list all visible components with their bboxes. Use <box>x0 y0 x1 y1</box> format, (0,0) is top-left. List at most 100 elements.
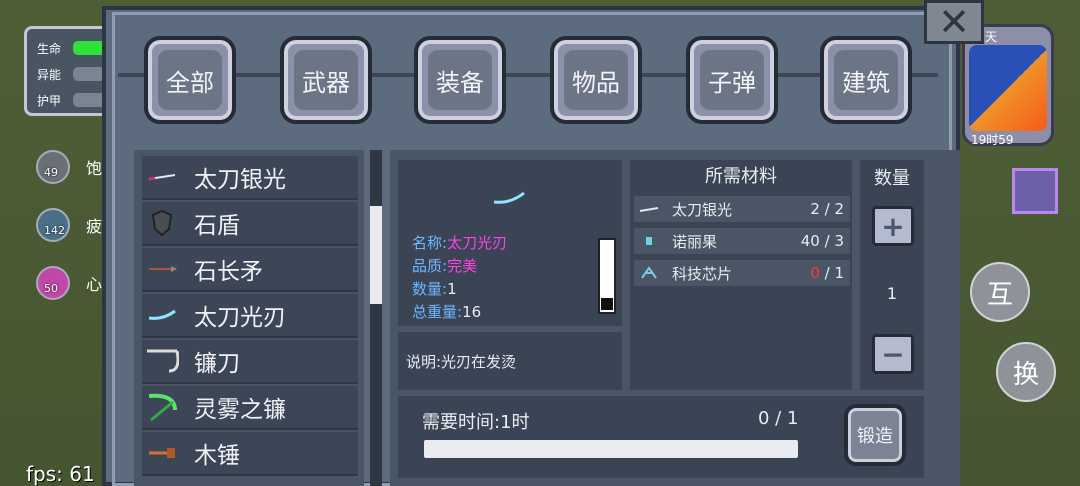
status-value: 49 <box>44 166 58 179</box>
tab-weapons[interactable]: 武器 <box>280 36 372 124</box>
item-description-box: 说明:光刃在发烫 <box>398 332 622 390</box>
list-item-label: 灵雾之镰 <box>194 397 286 423</box>
scythe-icon <box>142 347 182 375</box>
tab-label: 武器 <box>294 50 358 110</box>
hunger-icon: 49 <box>36 150 70 184</box>
status-value: 50 <box>44 282 58 295</box>
item-attributes: 名称:太刀光刃 品质:完美 数量:1 总重量:16 <box>412 232 507 324</box>
clock-time: 19时59 <box>971 133 1014 147</box>
hammer-icon <box>142 446 182 460</box>
list-item[interactable]: 木锤 <box>142 432 358 476</box>
item-description: 说明:光刃在发烫 <box>406 352 517 371</box>
close-button[interactable]: ✕ <box>924 0 984 44</box>
material-row: 诺丽果 40 / 3 <box>634 228 850 254</box>
forge-button[interactable]: 锻造 <box>844 404 906 466</box>
tab-label: 物品 <box>564 50 628 110</box>
tab-ammo[interactable]: 子弹 <box>686 36 778 124</box>
sun-moon-icon <box>969 45 1047 131</box>
quantity-value: 1 <box>886 284 898 303</box>
list-scroll-thumb[interactable] <box>370 206 382 304</box>
material-name: 太刀银光 <box>672 200 733 219</box>
attr-key: 总重量: <box>412 303 463 321</box>
list-item[interactable]: 太刀光刃 <box>142 294 358 338</box>
tab-label: 装备 <box>428 50 492 110</box>
item-weight: 16 <box>462 303 482 321</box>
status-label: 疲 <box>86 217 103 236</box>
material-need: 1 <box>834 264 844 282</box>
list-item[interactable]: 石盾 <box>142 202 358 246</box>
material-need: 2 <box>834 200 844 218</box>
list-item[interactable]: 灵雾之镰 <box>142 386 358 430</box>
blade-icon <box>142 308 182 322</box>
list-item[interactable]: 镰刀 <box>142 340 358 384</box>
tab-equipment[interactable]: 装备 <box>414 36 506 124</box>
item-name: 太刀光刃 <box>447 234 508 252</box>
attr-key: 品质: <box>412 257 448 275</box>
fatigue-icon: 142 <box>36 208 70 242</box>
list-item-label: 太刀银光 <box>194 167 286 193</box>
status-label: 心 <box>86 275 103 294</box>
tech-chip-icon <box>634 265 664 281</box>
material-row: 太刀银光 2 / 2 <box>634 196 850 222</box>
list-item[interactable]: 石长矛 <box>142 248 358 292</box>
plus-icon: + <box>881 209 905 243</box>
material-count: 2 / 2 <box>810 200 844 218</box>
attr-key: 数量: <box>412 280 448 298</box>
noni-fruit-icon <box>634 235 664 247</box>
materials-title: 所需材料 <box>705 166 777 187</box>
material-count: 40 / 3 <box>801 232 844 250</box>
recipe-list: 太刀银光 石盾 石长矛 太刀光刃 镰刀 灵雾之镰 木锤 <box>134 150 364 486</box>
material-count: 0 / 1 <box>810 264 844 282</box>
tab-buildings[interactable]: 建筑 <box>820 36 912 124</box>
material-separator: / <box>819 232 835 250</box>
blade-icon <box>493 191 525 204</box>
tab-rail <box>118 73 938 77</box>
item-quality: 完美 <box>447 257 478 275</box>
material-separator: / <box>819 264 835 282</box>
quantity-title: 数量 <box>874 168 910 189</box>
status-value: 142 <box>44 224 65 237</box>
material-name: 诺丽果 <box>672 232 718 251</box>
tab-label: 子弹 <box>700 50 764 110</box>
craft-progress-text: 0 / 1 <box>758 408 799 429</box>
swap-button[interactable]: 换 <box>996 342 1056 402</box>
item-count: 1 <box>447 280 457 298</box>
stat-label: 异能 <box>37 67 62 82</box>
attr-key: 名称: <box>412 234 448 252</box>
material-separator: / <box>819 200 835 218</box>
material-row: 科技芯片 0 / 1 <box>634 260 850 286</box>
tab-all[interactable]: 全部 <box>144 36 236 124</box>
list-item-label: 石盾 <box>194 213 240 239</box>
minus-icon: − <box>881 337 905 371</box>
quantity-increase-button[interactable]: + <box>872 206 914 246</box>
material-name: 科技芯片 <box>672 264 733 283</box>
material-have: 0 <box>810 264 820 282</box>
craft-progress-bar <box>424 440 798 458</box>
tab-label: 全部 <box>158 50 222 110</box>
list-item-label: 镰刀 <box>194 351 240 377</box>
stat-label: 生命 <box>37 41 62 56</box>
heart-icon: 50 <box>36 266 70 300</box>
material-have: 2 <box>810 200 820 218</box>
list-item-label: 太刀光刃 <box>194 305 286 331</box>
spear-icon <box>142 265 182 273</box>
tab-items[interactable]: 物品 <box>550 36 642 124</box>
status-label: 饱 <box>86 159 103 178</box>
quantity-decrease-button[interactable]: − <box>872 334 914 374</box>
katana-icon <box>142 172 182 182</box>
interact-button[interactable]: 互 <box>970 262 1030 322</box>
map-scroll-icon[interactable] <box>1012 168 1058 214</box>
green-scythe-icon <box>142 392 182 422</box>
tab-label: 建筑 <box>834 50 898 110</box>
craft-time: 需要时间:1时 <box>422 412 530 433</box>
shield-icon <box>142 209 182 237</box>
material-have: 40 <box>800 232 820 250</box>
weight-gauge-fill <box>601 298 613 310</box>
katana-icon <box>634 205 664 213</box>
fps-counter: fps: 61 <box>26 462 95 486</box>
list-scrollbar[interactable] <box>370 150 382 486</box>
list-item[interactable]: 太刀银光 <box>142 156 358 200</box>
list-item-label: 石长矛 <box>194 259 263 285</box>
close-icon: ✕ <box>938 0 970 44</box>
stat-label: 护甲 <box>37 93 62 108</box>
